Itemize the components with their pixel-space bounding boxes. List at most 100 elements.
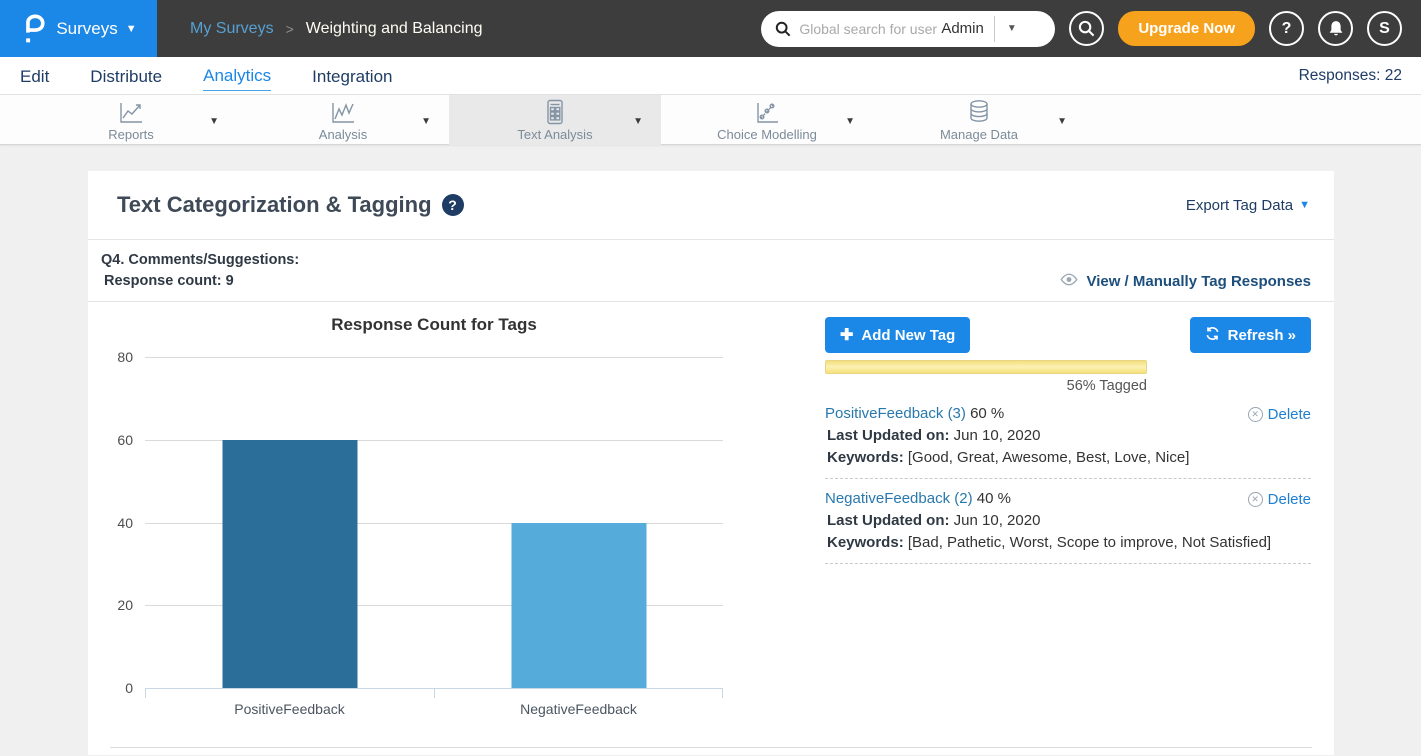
breadcrumb: My Surveys > Weighting and Balancing (190, 20, 482, 38)
tab-text-analysis[interactable]: Text Analysis ▼ (449, 95, 661, 145)
header-actions: Admin ▼ Upgrade Now ? S (761, 11, 1421, 47)
help-button[interactable]: ? (1269, 11, 1304, 46)
tab-analysis[interactable]: Analysis ▼ (237, 95, 449, 145)
tag-title: NegativeFeedback (2) 40 % (825, 490, 1311, 507)
last-updated-label: Last Updated on: (827, 427, 950, 444)
bar-PositiveFeedback[interactable] (222, 440, 357, 688)
nav-analytics[interactable]: Analytics (203, 60, 271, 91)
export-tag-data-label: Export Tag Data (1186, 197, 1293, 214)
tag-row: NegativeFeedback (2) 40 % Last Updated o… (825, 490, 1311, 564)
last-updated-label: Last Updated on: (827, 512, 950, 529)
y-axis-tick-label: 80 (97, 349, 133, 365)
global-search[interactable]: Admin ▼ (761, 11, 1055, 47)
refresh-icon (1205, 326, 1220, 345)
refresh-label: Refresh » (1228, 327, 1296, 344)
search-icon (775, 21, 791, 37)
title-help-icon[interactable]: ? (442, 194, 464, 216)
search-scope-selector[interactable]: Admin (941, 20, 984, 37)
refresh-button[interactable]: Refresh » (1190, 317, 1311, 353)
x-axis-label: PositiveFeedback (145, 697, 434, 717)
keywords-value: [Good, Great, Awesome, Best, Love, Nice] (908, 449, 1190, 466)
notifications-button[interactable] (1318, 11, 1353, 46)
upgrade-now-button[interactable]: Upgrade Now (1118, 11, 1255, 46)
analysis-caret-icon[interactable]: ▼ (421, 116, 431, 127)
database-icon (967, 100, 991, 125)
bar-NegativeFeedback[interactable] (511, 523, 646, 689)
y-axis-tick-label: 0 (97, 680, 133, 696)
top-header: Surveys ▼ My Surveys > Weighting and Bal… (0, 0, 1421, 57)
view-manually-tag-label: View / Manually Tag Responses (1086, 273, 1311, 290)
add-new-tag-button[interactable]: ✚ Add New Tag (825, 317, 970, 353)
content-area: Text Categorization & Tagging ? Export T… (0, 145, 1421, 755)
keywords-label: Keywords: (827, 449, 904, 466)
reports-caret-icon[interactable]: ▼ (209, 116, 219, 127)
breadcrumb-my-surveys[interactable]: My Surveys (190, 20, 274, 38)
header-search-button[interactable] (1069, 11, 1104, 46)
tag-title: PositiveFeedback (3) 60 % (825, 405, 1311, 422)
keywords-value: [Bad, Pathetic, Worst, Scope to improve,… (908, 534, 1271, 551)
x-axis-labels: PositiveFeedbackNegativeFeedback (145, 697, 723, 717)
eye-icon (1059, 273, 1079, 290)
last-updated-value: Jun 10, 2020 (954, 512, 1041, 529)
x-axis-label: NegativeFeedback (434, 697, 723, 717)
line-chart-icon (118, 100, 144, 125)
app-logo-menu[interactable]: Surveys ▼ (0, 0, 157, 57)
last-updated-value: Jun 10, 2020 (954, 427, 1041, 444)
nav-distribute[interactable]: Distribute (90, 61, 162, 91)
global-search-input[interactable] (799, 21, 937, 37)
scatter-chart-icon (754, 100, 780, 125)
text-analysis-caret-icon[interactable]: ▼ (633, 116, 643, 127)
tag-last-updated: Last Updated on: Jun 10, 2020 (825, 512, 1311, 529)
avatar[interactable]: S (1367, 11, 1402, 46)
card-title-row: Text Categorization & Tagging ? Export T… (88, 171, 1334, 239)
search-scope-caret-icon[interactable]: ▼ (995, 23, 1023, 34)
responses-count: Responses: 22 (1299, 67, 1402, 85)
product-name: Surveys (56, 19, 117, 39)
circle-x-icon: ✕ (1248, 492, 1263, 507)
avatar-initial: S (1379, 20, 1390, 38)
question-mark-icon: ? (1282, 20, 1292, 38)
tag-keywords: Keywords: [Bad, Pathetic, Worst, Scope t… (825, 534, 1311, 551)
tag-name-link[interactable]: NegativeFeedback (2) (825, 490, 973, 507)
breadcrumb-separator-icon: > (286, 21, 294, 37)
page-title: Text Categorization & Tagging (117, 192, 432, 218)
main-row: Response Count for Tags 020406080 Positi… (88, 302, 1334, 717)
tagging-progress-bar (825, 360, 1147, 374)
x-axis-line (145, 688, 723, 697)
tag-last-updated: Last Updated on: Jun 10, 2020 (825, 427, 1311, 444)
export-caret-icon: ▼ (1299, 199, 1310, 211)
tag-percent: 60 % (970, 405, 1004, 422)
card-bottom-divider (110, 747, 1312, 748)
tab-manage-data[interactable]: Manage Data ▼ (873, 95, 1085, 145)
nav-integration[interactable]: Integration (312, 61, 392, 91)
tab-label: Manage Data (940, 127, 1018, 142)
zigzag-chart-icon (330, 100, 356, 125)
delete-label: Delete (1268, 491, 1311, 508)
keywords-label: Keywords: (827, 534, 904, 551)
y-axis-tick-label: 20 (97, 597, 133, 613)
tab-label: Reports (108, 127, 154, 142)
circle-x-icon: ✕ (1248, 407, 1263, 422)
tags-section: ✚ Add New Tag Refresh » (737, 302, 1334, 717)
tab-label: Choice Modelling (717, 127, 817, 142)
choice-modelling-caret-icon[interactable]: ▼ (845, 116, 855, 127)
view-manually-tag-link[interactable]: View / Manually Tag Responses (1059, 273, 1311, 290)
question-block: Q4. Comments/Suggestions: Response count… (88, 240, 1334, 301)
y-axis-tick-label: 40 (97, 515, 133, 531)
tag-name-link[interactable]: PositiveFeedback (3) (825, 405, 966, 422)
nav-edit[interactable]: Edit (20, 61, 49, 91)
breadcrumb-survey-title: Weighting and Balancing (306, 20, 483, 38)
delete-label: Delete (1268, 406, 1311, 423)
delete-tag-button[interactable]: ✕ Delete (1248, 406, 1311, 423)
tab-label: Text Analysis (517, 127, 592, 142)
tab-choice-modelling[interactable]: Choice Modelling ▼ (661, 95, 873, 145)
y-axis-tick-label: 60 (97, 432, 133, 448)
tagging-progress-label: 56% Tagged (825, 378, 1147, 394)
delete-tag-button[interactable]: ✕ Delete (1248, 491, 1311, 508)
tag-row: PositiveFeedback (3) 60 % Last Updated o… (825, 405, 1311, 479)
export-tag-data-dropdown[interactable]: Export Tag Data ▼ (1186, 197, 1310, 214)
surveys-caret-icon: ▼ (126, 23, 137, 35)
manage-data-caret-icon[interactable]: ▼ (1057, 116, 1067, 127)
tab-label: Analysis (319, 127, 367, 142)
tab-reports[interactable]: Reports ▼ (25, 95, 237, 145)
